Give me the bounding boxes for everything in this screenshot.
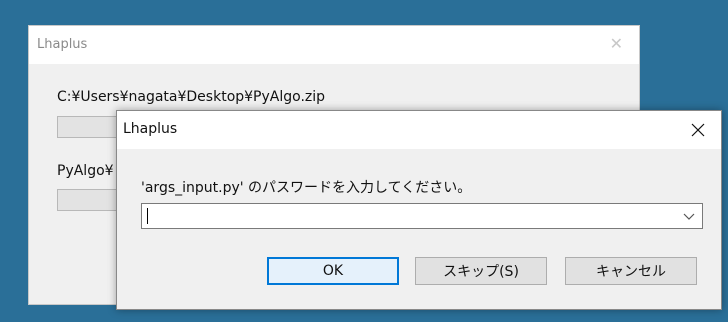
close-icon [691,123,705,137]
cancel-button[interactable]: キャンセル [565,257,697,285]
skip-button[interactable]: スキップ(S) [415,257,547,285]
password-dialog: Lhaplus 'args_input.py' のパスワードを入力してください。… [116,110,722,310]
dialog-titlebar: Lhaplus [117,111,721,149]
current-item-label: PyAlgo¥ [57,163,114,179]
background-window-title: Lhaplus [37,37,88,52]
dialog-title: Lhaplus [123,121,178,137]
background-close-icon: ✕ [609,34,623,53]
password-combobox[interactable] [141,203,703,229]
close-button[interactable] [675,111,721,149]
text-caret [147,208,148,224]
chevron-down-icon [683,213,695,220]
password-input[interactable] [146,206,666,226]
ok-button[interactable]: OK [267,257,399,285]
dropdown-button[interactable] [680,208,698,226]
archive-path-label: C:¥Users¥nagata¥Desktop¥PyAlgo.zip [57,89,326,105]
password-prompt: 'args_input.py' のパスワードを入力してください。 [141,180,472,196]
background-titlebar: Lhaplus ✕ [29,26,639,64]
